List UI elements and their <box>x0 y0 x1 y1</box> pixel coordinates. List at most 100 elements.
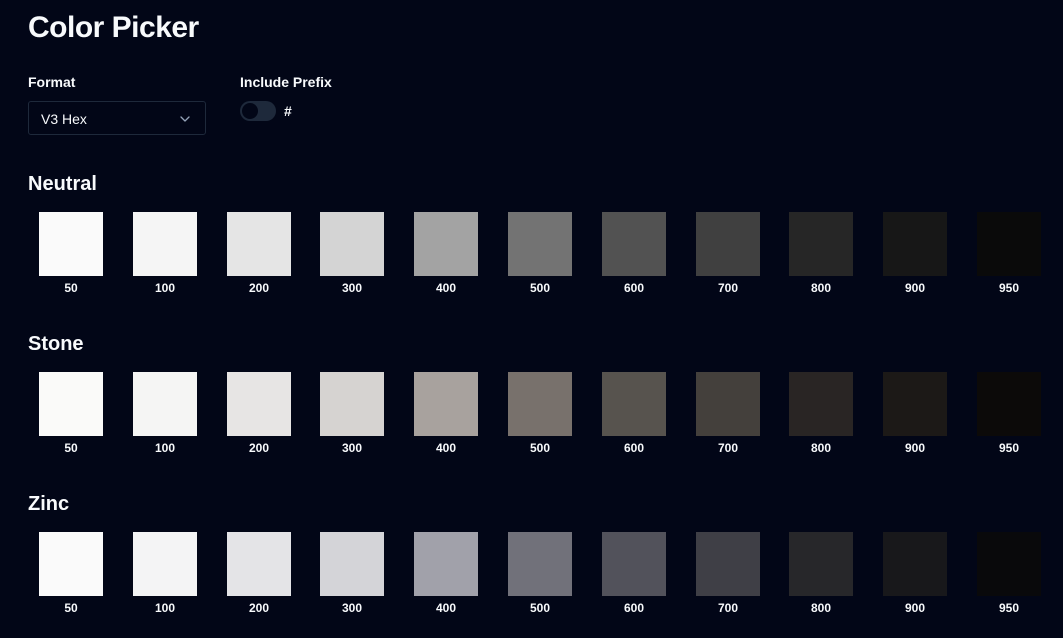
swatch-shade-label: 400 <box>435 441 457 455</box>
swatch-color-box[interactable] <box>39 532 103 596</box>
color-swatch[interactable]: 400 <box>414 372 478 456</box>
swatch-color-box[interactable] <box>320 372 384 436</box>
swatch-color-box[interactable] <box>789 372 853 436</box>
swatch-color-box[interactable] <box>883 372 947 436</box>
palette-section-stone: Stone 50 100 200 300 400 500 600 700 800 900 950 <box>0 332 1063 482</box>
color-swatch[interactable]: 800 <box>789 532 853 616</box>
swatch-color-box[interactable] <box>133 212 197 276</box>
swatch-shade-label: 900 <box>904 601 926 615</box>
swatch-shade-label: 300 <box>341 601 363 615</box>
color-swatch[interactable]: 500 <box>508 532 572 616</box>
swatch-color-box[interactable] <box>39 212 103 276</box>
swatch-shade-label: 100 <box>154 281 176 295</box>
color-swatch[interactable]: 100 <box>133 212 197 296</box>
color-swatch[interactable]: 800 <box>789 212 853 296</box>
color-swatch[interactable]: 700 <box>696 532 760 616</box>
swatch-shade-label: 950 <box>998 281 1020 295</box>
color-swatch[interactable]: 50 <box>39 532 103 616</box>
color-swatch[interactable]: 950 <box>977 212 1041 296</box>
color-swatch[interactable]: 900 <box>883 372 947 456</box>
swatch-color-box[interactable] <box>133 532 197 596</box>
color-swatch[interactable]: 400 <box>414 212 478 296</box>
swatch-color-box[interactable] <box>414 212 478 276</box>
swatch-color-box[interactable] <box>133 372 197 436</box>
color-swatch[interactable]: 600 <box>602 372 666 456</box>
swatch-shade-label: 200 <box>248 281 270 295</box>
color-swatch[interactable]: 600 <box>602 532 666 616</box>
swatch-color-box[interactable] <box>977 532 1041 596</box>
color-swatch[interactable]: 100 <box>133 532 197 616</box>
palette-title: Stone <box>28 333 84 355</box>
color-swatch[interactable]: 900 <box>883 532 947 616</box>
color-swatch[interactable]: 50 <box>39 212 103 296</box>
palette-section-neutral: Neutral 50 100 200 300 400 500 600 700 800 900 950 <box>0 172 1063 322</box>
color-swatch[interactable]: 400 <box>414 532 478 616</box>
palette-title: Zinc <box>28 493 70 515</box>
swatch-color-box[interactable] <box>977 372 1041 436</box>
color-swatch[interactable]: 950 <box>977 372 1041 456</box>
color-swatch[interactable]: 200 <box>227 372 291 456</box>
color-swatch[interactable]: 50 <box>39 372 103 456</box>
color-swatch[interactable]: 100 <box>133 372 197 456</box>
swatch-color-box[interactable] <box>320 532 384 596</box>
color-swatch[interactable]: 500 <box>508 212 572 296</box>
swatch-shade-label: 400 <box>435 281 457 295</box>
swatch-color-box[interactable] <box>320 212 384 276</box>
color-swatch[interactable]: 500 <box>508 372 572 456</box>
swatch-color-box[interactable] <box>508 372 572 436</box>
color-swatch[interactable]: 800 <box>789 372 853 456</box>
swatch-shade-label: 300 <box>341 281 363 295</box>
swatch-shade-label: 800 <box>810 601 832 615</box>
swatch-shade-label: 700 <box>717 601 739 615</box>
color-swatch[interactable]: 950 <box>977 532 1041 616</box>
swatch-color-box[interactable] <box>602 372 666 436</box>
swatch-color-box[interactable] <box>789 212 853 276</box>
format-select[interactable]: V3 Hex <box>28 101 206 135</box>
color-swatch[interactable]: 900 <box>883 212 947 296</box>
swatch-shade-label: 200 <box>248 601 270 615</box>
color-swatch[interactable]: 300 <box>320 212 384 296</box>
palette-section-zinc: Zinc 50 100 200 300 400 500 600 700 800 900 950 <box>0 492 1063 638</box>
swatch-shade-label: 800 <box>810 281 832 295</box>
swatch-color-box[interactable] <box>227 372 291 436</box>
swatch-shade-label: 200 <box>248 441 270 455</box>
swatch-color-box[interactable] <box>696 532 760 596</box>
swatch-color-box[interactable] <box>602 532 666 596</box>
prefix-char: # <box>284 103 292 119</box>
swatch-shade-label: 600 <box>623 281 645 295</box>
swatch-color-box[interactable] <box>39 372 103 436</box>
swatch-color-box[interactable] <box>602 212 666 276</box>
color-swatch[interactable]: 300 <box>320 532 384 616</box>
swatch-shade-label: 50 <box>64 601 78 615</box>
color-swatch[interactable]: 200 <box>227 532 291 616</box>
swatch-color-box[interactable] <box>227 212 291 276</box>
swatch-shade-label: 700 <box>717 441 739 455</box>
format-select-value: V3 Hex <box>41 111 87 127</box>
swatch-shade-label: 600 <box>623 601 645 615</box>
swatch-color-box[interactable] <box>508 212 572 276</box>
color-swatch[interactable]: 700 <box>696 212 760 296</box>
swatch-shade-label: 50 <box>64 281 78 295</box>
swatch-shade-label: 950 <box>998 601 1020 615</box>
swatch-color-box[interactable] <box>227 532 291 596</box>
color-swatch[interactable]: 300 <box>320 372 384 456</box>
swatch-color-box[interactable] <box>696 372 760 436</box>
include-prefix-toggle[interactable] <box>240 101 276 121</box>
swatch-color-box[interactable] <box>977 212 1041 276</box>
swatch-color-box[interactable] <box>696 212 760 276</box>
swatch-color-box[interactable] <box>414 372 478 436</box>
swatch-color-box[interactable] <box>414 532 478 596</box>
toggle-knob <box>242 103 258 119</box>
swatch-color-box[interactable] <box>508 532 572 596</box>
color-swatch[interactable]: 200 <box>227 212 291 296</box>
color-swatch[interactable]: 600 <box>602 212 666 296</box>
swatch-shade-label: 400 <box>435 601 457 615</box>
color-swatch[interactable]: 700 <box>696 372 760 456</box>
swatch-shade-label: 500 <box>529 601 551 615</box>
swatch-color-box[interactable] <box>883 212 947 276</box>
chevron-down-icon <box>180 116 190 122</box>
format-label: Format <box>28 74 76 90</box>
swatch-color-box[interactable] <box>883 532 947 596</box>
color-picker-page: Color Picker Format V3 Hex Include Prefi… <box>0 0 1063 638</box>
swatch-color-box[interactable] <box>789 532 853 596</box>
